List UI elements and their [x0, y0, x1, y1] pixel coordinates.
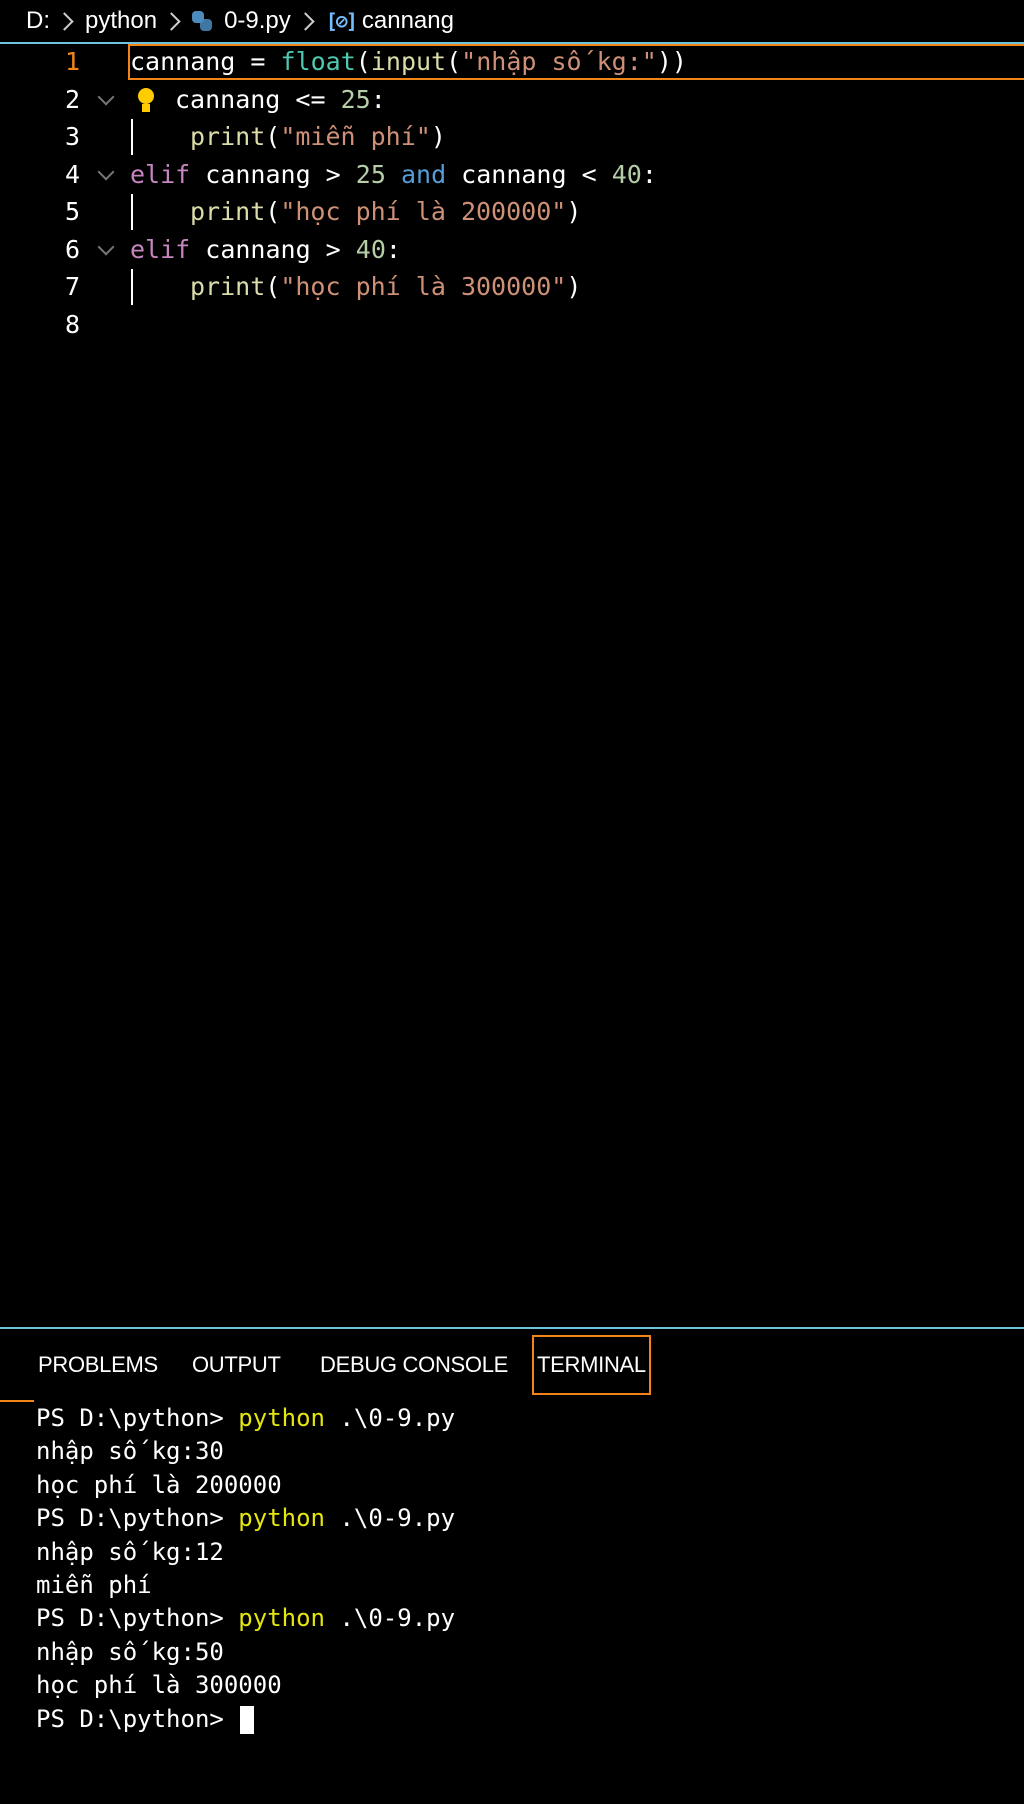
terminal-prompt: PS D:\python>	[36, 1604, 239, 1633]
terminal-line: PS D:\python> python .\0-9.py	[36, 1402, 455, 1435]
fold-chevron-icon[interactable]	[97, 88, 115, 105]
line-number: 7	[64, 272, 80, 301]
code-line[interactable]: 4 elif cannang > 25 and cannang < 40:	[0, 157, 1024, 193]
terminal-line: học phí là 300000	[36, 1671, 282, 1700]
line-number: 1	[64, 47, 80, 76]
indent-guide	[131, 119, 133, 155]
breadcrumb: D: python 0-9.py [⊘] cannang	[0, 0, 1024, 42]
code-text: print("học phí là 300000")	[190, 272, 582, 301]
terminal-line: nhập số kg:30	[36, 1437, 224, 1466]
breadcrumb-file[interactable]: 0-9.py	[192, 7, 291, 35]
terminal-prompt: PS D:\python>	[36, 1704, 239, 1733]
line-number: 5	[64, 197, 80, 226]
python-file-icon	[192, 11, 213, 31]
chevron-right-icon	[55, 11, 74, 31]
panel-focus-indicator	[0, 1400, 34, 1402]
terminal-line: miễn phí	[36, 1571, 152, 1600]
code-line[interactable]: 2 cannang <= 25:	[0, 82, 1024, 118]
line-number: 8	[64, 309, 80, 339]
line-number: 2	[64, 84, 80, 114]
terminal-prompt: PS D:\python>	[36, 1504, 239, 1533]
terminal-line: PS D:\python> python .\0-9.py	[36, 1502, 455, 1535]
breadcrumb-symbol-label: cannang	[361, 7, 454, 34]
tab-problems[interactable]: PROBLEMS	[38, 1335, 158, 1395]
fold-chevron-icon[interactable]	[97, 163, 115, 180]
breadcrumb-drive[interactable]: D:	[26, 7, 50, 35]
tab-terminal[interactable]: TERMINAL	[532, 1335, 651, 1395]
code-text: elif cannang > 40:	[130, 234, 401, 264]
code-text: print("học phí là 200000")	[190, 197, 582, 226]
code-text: cannang = float(input("nhập số kg:"))	[130, 47, 687, 76]
code-line[interactable]: 5 print("học phí là 200000")	[0, 194, 1024, 230]
terminal-line: PS D:\python>	[36, 1703, 455, 1736]
code-line[interactable]: 8	[0, 307, 1024, 343]
tab-debug-console[interactable]: DEBUG CONSOLE	[320, 1335, 508, 1395]
panel-tabs: PROBLEMS OUTPUT DEBUG CONSOLE TERMINAL	[0, 1335, 1024, 1399]
terminal-command: python	[238, 1604, 325, 1633]
breadcrumb-file-label: 0-9.py	[224, 7, 291, 34]
terminal-command: python	[238, 1504, 325, 1533]
chevron-right-icon	[296, 11, 315, 31]
indent-guide	[131, 269, 133, 305]
fold-chevron-icon[interactable]	[97, 238, 115, 255]
terminal-line: PS D:\python> python .\0-9.py	[36, 1602, 455, 1635]
terminal-line: nhập số kg:50	[36, 1637, 224, 1666]
breadcrumb-folder[interactable]: python	[85, 7, 157, 35]
panel-divider	[0, 1327, 1024, 1329]
code-line[interactable]: 1 cannang = float(input("nhập số kg:"))	[0, 44, 1024, 80]
terminal-command: python	[238, 1404, 325, 1432]
breadcrumb-folder-label: python	[85, 7, 158, 34]
terminal-prompt: PS D:\python>	[36, 1404, 239, 1432]
chevron-right-icon	[162, 11, 181, 31]
lightbulb-icon[interactable]	[136, 87, 156, 114]
code-line[interactable]: 7 print("học phí là 300000")	[0, 269, 1024, 305]
terminal-line: học phí là 200000	[36, 1470, 282, 1499]
breadcrumb-drive-label: D:	[26, 7, 50, 34]
line-number: 3	[64, 122, 80, 151]
tab-output[interactable]: OUTPUT	[192, 1335, 281, 1395]
terminal-line: nhập số kg:12	[36, 1537, 224, 1566]
breadcrumb-symbol[interactable]: [⊘] cannang	[326, 7, 454, 35]
code-text: cannang <= 25:	[175, 84, 386, 114]
terminal-args: .\0-9.py	[325, 1504, 456, 1533]
terminal-output[interactable]: PS D:\python> python .\0-9.py nhập số kg:…	[36, 1402, 455, 1736]
indent-guide	[131, 194, 133, 230]
terminal-args: .\0-9.py	[325, 1404, 456, 1432]
code-line[interactable]: 6 elif cannang > 40:	[0, 232, 1024, 268]
code-text: elif cannang > 25 and cannang < 40:	[130, 159, 657, 189]
line-number: 4	[64, 159, 80, 189]
variable-symbol-icon: [⊘]	[325, 9, 358, 33]
code-line[interactable]: 3 print("miễn phí")	[0, 119, 1024, 155]
line-number: 6	[64, 234, 80, 264]
code-text: print("miễn phí")	[190, 122, 446, 151]
terminal-args: .\0-9.py	[325, 1604, 456, 1633]
terminal-cursor[interactable]	[240, 1705, 255, 1734]
